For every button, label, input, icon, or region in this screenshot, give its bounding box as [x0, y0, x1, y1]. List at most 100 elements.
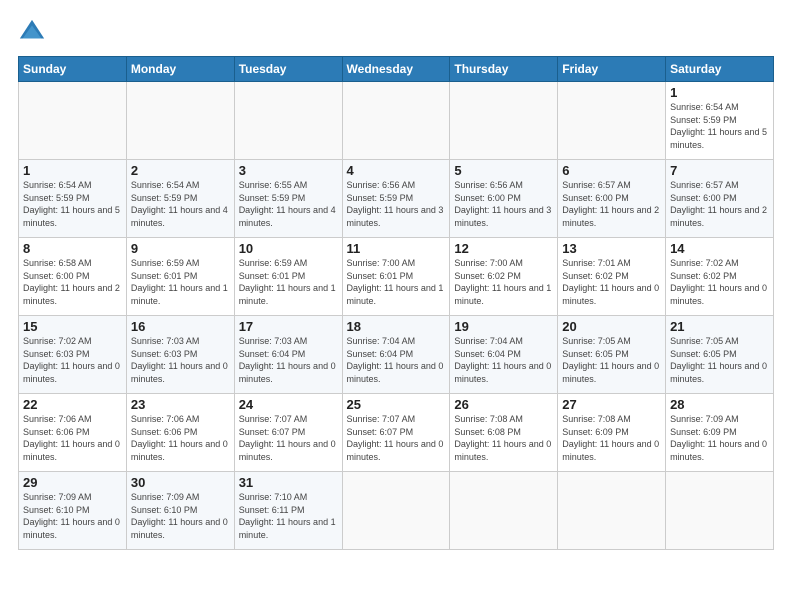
column-header-friday: Friday — [558, 57, 666, 82]
day-number: 14 — [670, 241, 769, 256]
calendar-cell: 27 Sunrise: 7:08 AM Sunset: 6:09 PM Dayl… — [558, 394, 666, 472]
day-number: 13 — [562, 241, 661, 256]
day-number: 22 — [23, 397, 122, 412]
day-number: 21 — [670, 319, 769, 334]
logo-icon — [18, 18, 46, 46]
calendar-cell: 5 Sunrise: 6:56 AM Sunset: 6:00 PM Dayli… — [450, 160, 558, 238]
day-number: 19 — [454, 319, 553, 334]
day-info: Sunrise: 7:09 AM Sunset: 6:10 PM Dayligh… — [131, 491, 230, 541]
calendar-cell — [558, 82, 666, 160]
day-info: Sunrise: 7:09 AM Sunset: 6:10 PM Dayligh… — [23, 491, 122, 541]
day-info: Sunrise: 6:58 AM Sunset: 6:00 PM Dayligh… — [23, 257, 122, 307]
calendar-week-row: 29 Sunrise: 7:09 AM Sunset: 6:10 PM Dayl… — [19, 472, 774, 550]
calendar-cell: 14 Sunrise: 7:02 AM Sunset: 6:02 PM Dayl… — [666, 238, 774, 316]
day-info: Sunrise: 7:02 AM Sunset: 6:02 PM Dayligh… — [670, 257, 769, 307]
day-number: 5 — [454, 163, 553, 178]
day-info: Sunrise: 6:57 AM Sunset: 6:00 PM Dayligh… — [670, 179, 769, 229]
calendar-cell: 26 Sunrise: 7:08 AM Sunset: 6:08 PM Dayl… — [450, 394, 558, 472]
day-number: 16 — [131, 319, 230, 334]
calendar-cell: 2 Sunrise: 6:54 AM Sunset: 5:59 PM Dayli… — [126, 160, 234, 238]
calendar-cell: 19 Sunrise: 7:04 AM Sunset: 6:04 PM Dayl… — [450, 316, 558, 394]
day-number: 20 — [562, 319, 661, 334]
calendar-cell: 13 Sunrise: 7:01 AM Sunset: 6:02 PM Dayl… — [558, 238, 666, 316]
day-info: Sunrise: 7:07 AM Sunset: 6:07 PM Dayligh… — [239, 413, 338, 463]
day-number: 9 — [131, 241, 230, 256]
calendar-cell — [234, 82, 342, 160]
day-info: Sunrise: 7:09 AM Sunset: 6:09 PM Dayligh… — [670, 413, 769, 463]
calendar-cell: 17 Sunrise: 7:03 AM Sunset: 6:04 PM Dayl… — [234, 316, 342, 394]
day-number: 27 — [562, 397, 661, 412]
day-info: Sunrise: 6:54 AM Sunset: 5:59 PM Dayligh… — [670, 101, 769, 151]
calendar-cell: 4 Sunrise: 6:56 AM Sunset: 5:59 PM Dayli… — [342, 160, 450, 238]
calendar-cell: 23 Sunrise: 7:06 AM Sunset: 6:06 PM Dayl… — [126, 394, 234, 472]
day-number: 17 — [239, 319, 338, 334]
day-number: 24 — [239, 397, 338, 412]
calendar-cell — [19, 82, 127, 160]
column-header-monday: Monday — [126, 57, 234, 82]
column-header-tuesday: Tuesday — [234, 57, 342, 82]
day-info: Sunrise: 7:08 AM Sunset: 6:09 PM Dayligh… — [562, 413, 661, 463]
day-number: 7 — [670, 163, 769, 178]
column-header-saturday: Saturday — [666, 57, 774, 82]
day-number: 10 — [239, 241, 338, 256]
day-info: Sunrise: 7:08 AM Sunset: 6:08 PM Dayligh… — [454, 413, 553, 463]
logo — [18, 18, 50, 46]
day-info: Sunrise: 6:56 AM Sunset: 5:59 PM Dayligh… — [347, 179, 446, 229]
day-number: 12 — [454, 241, 553, 256]
calendar-cell: 31 Sunrise: 7:10 AM Sunset: 6:11 PM Dayl… — [234, 472, 342, 550]
day-info: Sunrise: 7:01 AM Sunset: 6:02 PM Dayligh… — [562, 257, 661, 307]
calendar-week-row: 8 Sunrise: 6:58 AM Sunset: 6:00 PM Dayli… — [19, 238, 774, 316]
day-number: 25 — [347, 397, 446, 412]
calendar-cell — [342, 472, 450, 550]
day-info: Sunrise: 7:04 AM Sunset: 6:04 PM Dayligh… — [347, 335, 446, 385]
day-number: 23 — [131, 397, 230, 412]
column-header-thursday: Thursday — [450, 57, 558, 82]
calendar-cell: 7 Sunrise: 6:57 AM Sunset: 6:00 PM Dayli… — [666, 160, 774, 238]
calendar-cell: 1 Sunrise: 6:54 AM Sunset: 5:59 PM Dayli… — [666, 82, 774, 160]
calendar-cell: 6 Sunrise: 6:57 AM Sunset: 6:00 PM Dayli… — [558, 160, 666, 238]
calendar-cell: 30 Sunrise: 7:09 AM Sunset: 6:10 PM Dayl… — [126, 472, 234, 550]
day-info: Sunrise: 7:00 AM Sunset: 6:01 PM Dayligh… — [347, 257, 446, 307]
day-number: 3 — [239, 163, 338, 178]
day-info: Sunrise: 7:03 AM Sunset: 6:03 PM Dayligh… — [131, 335, 230, 385]
calendar-cell — [450, 82, 558, 160]
column-header-sunday: Sunday — [19, 57, 127, 82]
day-number: 29 — [23, 475, 122, 490]
calendar-week-row: 22 Sunrise: 7:06 AM Sunset: 6:06 PM Dayl… — [19, 394, 774, 472]
calendar-cell: 12 Sunrise: 7:00 AM Sunset: 6:02 PM Dayl… — [450, 238, 558, 316]
calendar-cell — [666, 472, 774, 550]
calendar-cell: 11 Sunrise: 7:00 AM Sunset: 6:01 PM Dayl… — [342, 238, 450, 316]
day-number: 18 — [347, 319, 446, 334]
calendar-week-row: 1 Sunrise: 6:54 AM Sunset: 5:59 PM Dayli… — [19, 82, 774, 160]
day-number: 31 — [239, 475, 338, 490]
calendar-cell: 29 Sunrise: 7:09 AM Sunset: 6:10 PM Dayl… — [19, 472, 127, 550]
calendar-cell — [342, 82, 450, 160]
calendar-cell — [558, 472, 666, 550]
day-info: Sunrise: 7:05 AM Sunset: 6:05 PM Dayligh… — [562, 335, 661, 385]
day-info: Sunrise: 7:03 AM Sunset: 6:04 PM Dayligh… — [239, 335, 338, 385]
calendar-table: SundayMondayTuesdayWednesdayThursdayFrid… — [18, 56, 774, 550]
day-info: Sunrise: 6:56 AM Sunset: 6:00 PM Dayligh… — [454, 179, 553, 229]
day-info: Sunrise: 7:06 AM Sunset: 6:06 PM Dayligh… — [131, 413, 230, 463]
calendar-cell: 3 Sunrise: 6:55 AM Sunset: 5:59 PM Dayli… — [234, 160, 342, 238]
day-info: Sunrise: 7:06 AM Sunset: 6:06 PM Dayligh… — [23, 413, 122, 463]
calendar-cell: 22 Sunrise: 7:06 AM Sunset: 6:06 PM Dayl… — [19, 394, 127, 472]
calendar-week-row: 1 Sunrise: 6:54 AM Sunset: 5:59 PM Dayli… — [19, 160, 774, 238]
day-number: 2 — [131, 163, 230, 178]
page: SundayMondayTuesdayWednesdayThursdayFrid… — [0, 0, 792, 612]
day-info: Sunrise: 6:55 AM Sunset: 5:59 PM Dayligh… — [239, 179, 338, 229]
day-info: Sunrise: 7:05 AM Sunset: 6:05 PM Dayligh… — [670, 335, 769, 385]
calendar-cell — [126, 82, 234, 160]
day-info: Sunrise: 7:07 AM Sunset: 6:07 PM Dayligh… — [347, 413, 446, 463]
calendar-week-row: 15 Sunrise: 7:02 AM Sunset: 6:03 PM Dayl… — [19, 316, 774, 394]
calendar-cell: 16 Sunrise: 7:03 AM Sunset: 6:03 PM Dayl… — [126, 316, 234, 394]
day-number: 30 — [131, 475, 230, 490]
day-info: Sunrise: 6:57 AM Sunset: 6:00 PM Dayligh… — [562, 179, 661, 229]
calendar-header-row: SundayMondayTuesdayWednesdayThursdayFrid… — [19, 57, 774, 82]
day-number: 8 — [23, 241, 122, 256]
calendar-cell — [450, 472, 558, 550]
day-info: Sunrise: 6:59 AM Sunset: 6:01 PM Dayligh… — [239, 257, 338, 307]
day-info: Sunrise: 6:54 AM Sunset: 5:59 PM Dayligh… — [23, 179, 122, 229]
day-info: Sunrise: 6:59 AM Sunset: 6:01 PM Dayligh… — [131, 257, 230, 307]
calendar-cell: 15 Sunrise: 7:02 AM Sunset: 6:03 PM Dayl… — [19, 316, 127, 394]
